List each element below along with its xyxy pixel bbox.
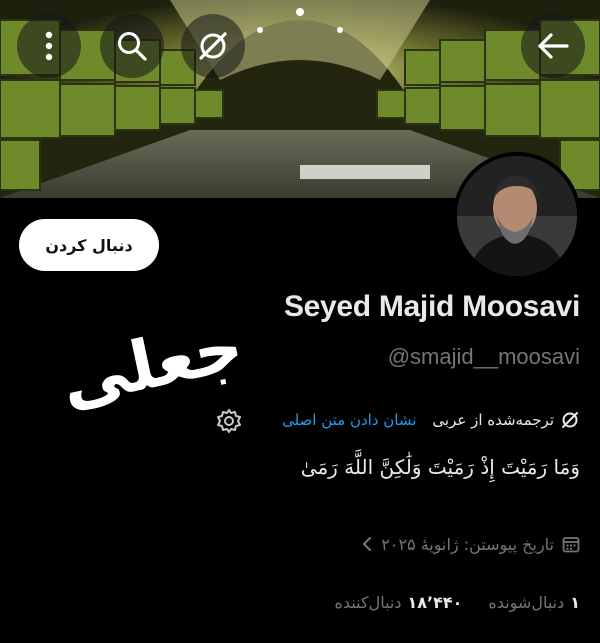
following-count: ۱ xyxy=(570,592,580,612)
followers-stat[interactable]: ۱۸٬۴۴۰ دنبال‌کننده xyxy=(335,593,463,612)
translation-note: ترجمه‌شده از عربی xyxy=(432,411,554,429)
settings-icon[interactable] xyxy=(216,408,242,434)
profile-bio: وَمَا رَمَيْتَ إِذْ رَمَيْتَ وَلَٰكِنَّ … xyxy=(300,455,580,479)
following-label: دنبال‌شونده xyxy=(488,592,565,612)
followers-label: دنبال‌کننده xyxy=(334,592,402,612)
more-vertical-icon xyxy=(45,31,53,61)
search-icon xyxy=(118,32,147,61)
more-button[interactable] xyxy=(17,14,81,78)
chevron-left-icon xyxy=(363,537,372,551)
calendar-icon xyxy=(562,537,580,553)
search-button[interactable] xyxy=(100,14,164,78)
user-handle: @smajid__moosavi xyxy=(387,344,580,369)
avatar[interactable] xyxy=(453,152,581,280)
arrow-left-icon xyxy=(538,33,569,59)
joined-date: تاریخ پیوستن: ژانویهٔ ۲۰۲۵ xyxy=(381,534,554,554)
joined-date-row[interactable]: تاریخ پیوستن: ژانویهٔ ۲۰۲۵ xyxy=(361,530,580,558)
overlay-fake-label: جعلی xyxy=(53,306,251,423)
follow-stats: ۱ دنبال‌شونده ۱۸٬۴۴۰ دنبال‌کننده xyxy=(335,588,580,616)
translate-off-icon xyxy=(199,32,227,60)
display-name: Seyed Majid Moosavi xyxy=(283,290,580,323)
followers-count: ۱۸٬۴۴۰ xyxy=(407,592,463,612)
follow-button[interactable]: دنبال کردن xyxy=(19,219,159,271)
translate-off-icon xyxy=(562,412,578,428)
translate-toggle-button[interactable] xyxy=(181,14,245,78)
translation-row: ترجمه‌شده از عربی نشان دادن متن اصلی xyxy=(282,404,580,436)
show-original-link[interactable]: نشان دادن متن اصلی xyxy=(282,411,416,429)
back-button[interactable] xyxy=(521,14,585,78)
following-stat[interactable]: ۱ دنبال‌شونده xyxy=(488,593,580,612)
